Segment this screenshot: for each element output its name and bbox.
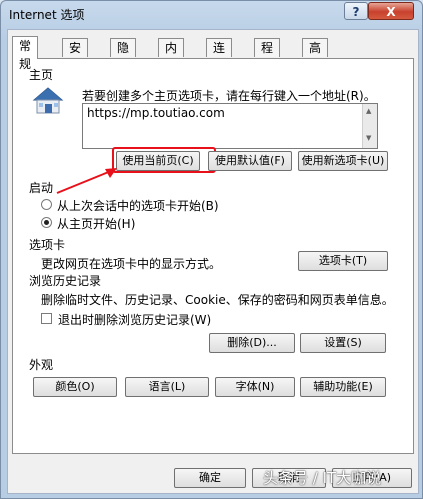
home-url-text: https://mp.toutiao.com [87,106,225,120]
tabs-section-title: 选项卡 [29,238,66,252]
history-section-title: 浏览历史记录 [29,274,102,288]
radio-home-label: 从主页开始(H) [57,217,136,231]
title-bar[interactable]: Internet 选项 ? X [1,1,422,27]
fonts-button[interactable]: 字体(N) [215,377,295,397]
use-default-button[interactable]: 使用默认值(F) [208,151,292,171]
history-description: 删除临时文件、历史记录、Cookie、保存的密码和网页表单信息。 [41,293,394,307]
watermark-text: 头条号 / IT大咖说 [263,469,382,487]
tab-connections[interactable]: 连接 [206,38,233,73]
home-instruction: 若要创建多个主页选项卡，请在每行键入一个地址(R)。 [82,89,376,103]
startup-section-title: 启动 [29,181,54,195]
tabs-description: 更改网页在选项卡中的显示方式。 [41,257,222,271]
use-current-button[interactable]: 使用当前页(C) [116,151,200,171]
annotation-arrow-icon [56,168,117,194]
ok-button[interactable]: 确定 [174,468,246,488]
home-url-textarea[interactable]: https://mp.toutiao.com ▲ ▼ [82,103,378,149]
help-button[interactable]: ? [344,2,368,20]
tab-advanced[interactable]: 高级 [302,38,329,73]
radio-home[interactable] [41,217,52,228]
textarea-scrollbar[interactable]: ▲ ▼ [362,104,377,148]
scroll-up-icon[interactable]: ▲ [366,107,371,115]
tab-general[interactable]: 常规 [12,36,39,71]
delete-history-button[interactable]: 删除(D)... [209,333,295,353]
home-section-title: 主页 [29,68,54,82]
use-new-tab-button[interactable]: 使用新选项卡(U) [298,151,388,171]
radio-last-session-label: 从上次会话中的选项卡开始(B) [57,199,219,213]
delete-on-exit-label: 退出时删除浏览历史记录(W) [58,313,212,327]
colors-button[interactable]: 颜色(O) [33,377,117,397]
languages-button[interactable]: 语言(L) [125,377,209,397]
tab-privacy[interactable]: 隐私 [110,38,137,73]
accessibility-button[interactable]: 辅助功能(E) [300,377,386,397]
window-title: Internet 选项 [9,8,85,22]
delete-on-exit-checkbox[interactable] [41,313,52,324]
internet-options-window: Internet 选项 ? X 常规 安全 隐私 内容 连接 程序 高级 主页 … [0,0,423,499]
close-button[interactable]: X [368,2,414,20]
tab-security[interactable]: 安全 [62,38,89,73]
appearance-section-title: 外观 [29,358,54,372]
tab-content[interactable]: 内容 [158,38,185,73]
tabs-settings-button[interactable]: 选项卡(T) [298,251,388,271]
history-settings-button[interactable]: 设置(S) [300,333,386,353]
tab-programs[interactable]: 程序 [254,38,281,73]
scroll-down-icon[interactable]: ▼ [366,134,371,142]
house-icon [31,85,65,117]
radio-last-session[interactable] [41,199,52,210]
